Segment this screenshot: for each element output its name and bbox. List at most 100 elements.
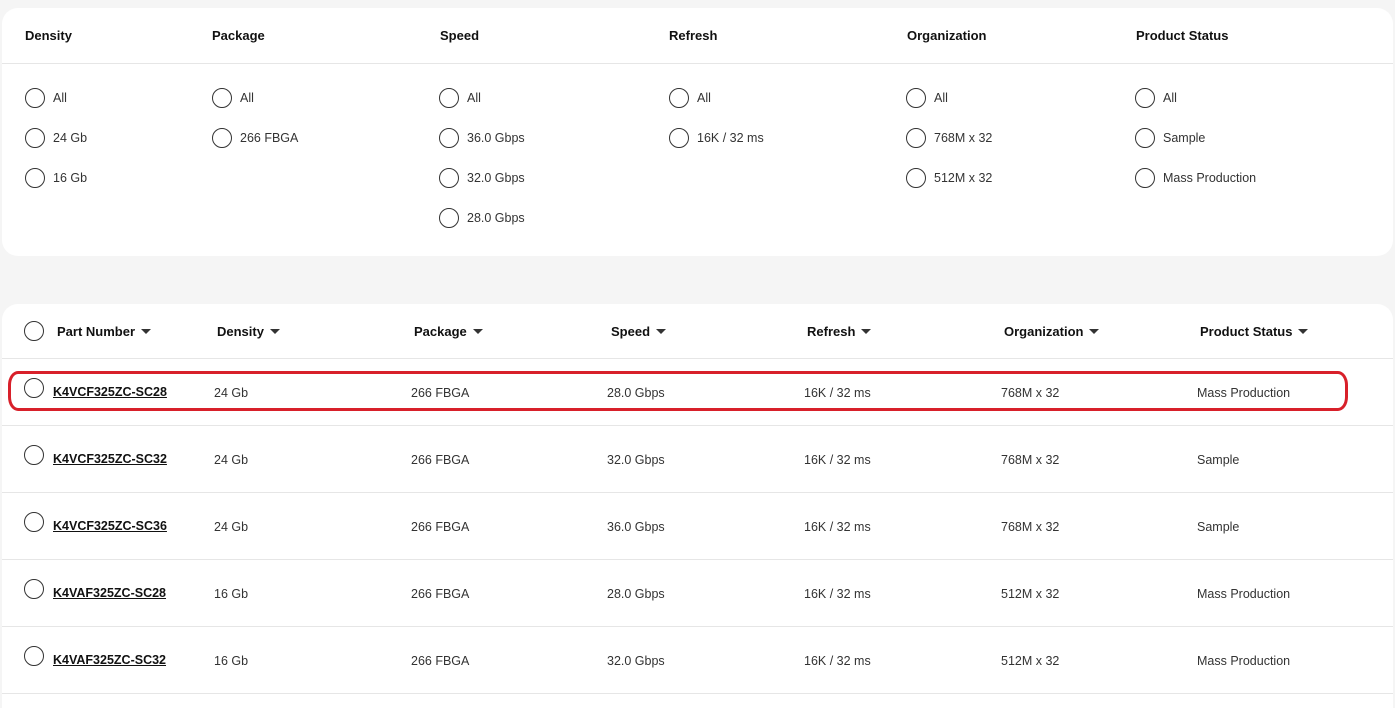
column-header-organization[interactable]: Organization bbox=[1004, 324, 1100, 339]
option-label: All bbox=[934, 91, 948, 105]
filter-option-status-mass-production[interactable]: Mass Production bbox=[1135, 158, 1256, 198]
column-header-package[interactable]: Package bbox=[414, 324, 483, 339]
filter-header-density: Density bbox=[25, 28, 72, 43]
cell-speed: 32.0 Gbps bbox=[607, 654, 665, 668]
cell-package: 266 FBGA bbox=[411, 587, 470, 601]
option-label: 768M x 32 bbox=[934, 131, 993, 145]
radio-icon[interactable] bbox=[1135, 128, 1155, 148]
cell-density: 24 Gb bbox=[214, 453, 249, 467]
option-label: All bbox=[240, 91, 254, 105]
column-header-product-status[interactable]: Product Status bbox=[1200, 324, 1309, 339]
filter-option-organization-512m[interactable]: 512M x 32 bbox=[906, 158, 992, 198]
column-header-label: Package bbox=[414, 324, 467, 339]
option-label: 16 Gb bbox=[53, 171, 88, 185]
row-select-radio-icon[interactable] bbox=[24, 445, 44, 465]
radio-icon[interactable] bbox=[212, 128, 232, 148]
filter-option-organization-768m[interactable]: 768M x 32 bbox=[906, 118, 992, 158]
sort-caret-icon bbox=[861, 329, 872, 334]
column-header-label: Speed bbox=[611, 324, 651, 339]
filter-option-density-all[interactable]: All bbox=[25, 78, 87, 118]
table-row: K4VAF325ZC-SC32 16 Gb 266 FBGA 32.0 Gbps… bbox=[2, 627, 1393, 694]
cell-density: 16 Gb bbox=[214, 654, 249, 668]
cell-refresh: 16K / 32 ms bbox=[804, 587, 871, 601]
row-select-radio-icon[interactable] bbox=[24, 579, 44, 599]
filter-option-status-sample[interactable]: Sample bbox=[1135, 118, 1256, 158]
cell-organization: 768M x 32 bbox=[1001, 386, 1060, 400]
cell-refresh: 16K / 32 ms bbox=[804, 520, 871, 534]
cell-speed: 32.0 Gbps bbox=[607, 453, 665, 467]
cell-organization: 512M x 32 bbox=[1001, 587, 1060, 601]
radio-icon[interactable] bbox=[439, 168, 459, 188]
option-label: All bbox=[1163, 91, 1177, 105]
part-number-link[interactable]: K4VCF325ZC-SC36 bbox=[53, 519, 167, 533]
column-header-speed[interactable]: Speed bbox=[611, 324, 667, 339]
filter-option-organization-all[interactable]: All bbox=[906, 78, 992, 118]
filter-option-refresh-all[interactable]: All bbox=[669, 78, 764, 118]
cell-density: 24 Gb bbox=[214, 386, 249, 400]
radio-icon[interactable] bbox=[25, 128, 45, 148]
filter-option-status-all[interactable]: All bbox=[1135, 78, 1256, 118]
column-header-label: Density bbox=[217, 324, 264, 339]
filter-option-speed-all[interactable]: All bbox=[439, 78, 525, 118]
column-header-density[interactable]: Density bbox=[217, 324, 280, 339]
radio-icon[interactable] bbox=[439, 128, 459, 148]
radio-icon[interactable] bbox=[25, 88, 45, 108]
filter-group-density: All 24 Gb 16 Gb bbox=[25, 78, 87, 198]
cell-package: 266 FBGA bbox=[411, 386, 470, 400]
filter-group-package: All 266 FBGA bbox=[212, 78, 298, 158]
radio-icon[interactable] bbox=[439, 88, 459, 108]
radio-icon[interactable] bbox=[1135, 88, 1155, 108]
part-number-link[interactable]: K4VCF325ZC-SC32 bbox=[53, 452, 167, 466]
option-label: 36.0 Gbps bbox=[467, 131, 525, 145]
sort-caret-icon bbox=[1089, 329, 1100, 334]
filter-option-speed-28[interactable]: 28.0 Gbps bbox=[439, 198, 525, 238]
filter-option-speed-32[interactable]: 32.0 Gbps bbox=[439, 158, 525, 198]
option-label: 24 Gb bbox=[53, 131, 88, 145]
select-all-radio-icon[interactable] bbox=[24, 321, 44, 341]
radio-icon[interactable] bbox=[212, 88, 232, 108]
part-number-link[interactable]: K4VAF325ZC-SC28 bbox=[53, 586, 166, 600]
row-select-radio-icon[interactable] bbox=[24, 646, 44, 666]
filter-option-speed-36[interactable]: 36.0 Gbps bbox=[439, 118, 525, 158]
filter-group-organization: All 768M x 32 512M x 32 bbox=[906, 78, 992, 198]
option-label: Mass Production bbox=[1163, 171, 1257, 185]
option-label: 512M x 32 bbox=[934, 171, 993, 185]
cell-product-status: Mass Production bbox=[1197, 587, 1291, 601]
radio-icon[interactable] bbox=[906, 88, 926, 108]
cell-product-status: Sample bbox=[1197, 520, 1240, 534]
filter-option-refresh-16k[interactable]: 16K / 32 ms bbox=[669, 118, 764, 158]
cell-organization: 768M x 32 bbox=[1001, 453, 1060, 467]
part-number-link[interactable]: K4VCF325ZC-SC28 bbox=[53, 385, 167, 399]
part-number-link[interactable]: K4VAF325ZC-SC32 bbox=[53, 653, 166, 667]
column-header-label: Organization bbox=[1004, 324, 1084, 339]
radio-icon[interactable] bbox=[1135, 168, 1155, 188]
column-header-refresh[interactable]: Refresh bbox=[807, 324, 872, 339]
filter-option-density-16gb[interactable]: 16 Gb bbox=[25, 158, 87, 198]
option-label: 16K / 32 ms bbox=[697, 131, 764, 145]
column-header-label: Product Status bbox=[1200, 324, 1293, 339]
cell-product-status: Sample bbox=[1197, 453, 1240, 467]
table-row: K4VAF325ZC-SC28 16 Gb 266 FBGA 28.0 Gbps… bbox=[2, 560, 1393, 627]
radio-icon[interactable] bbox=[669, 88, 689, 108]
row-select-radio-icon[interactable] bbox=[24, 512, 44, 532]
cell-organization: 768M x 32 bbox=[1001, 520, 1060, 534]
filter-option-density-24gb[interactable]: 24 Gb bbox=[25, 118, 87, 158]
radio-icon[interactable] bbox=[906, 128, 926, 148]
option-label: All bbox=[697, 91, 711, 105]
radio-icon[interactable] bbox=[25, 168, 45, 188]
radio-icon[interactable] bbox=[906, 168, 926, 188]
row-select-radio-icon[interactable] bbox=[24, 378, 44, 398]
cell-density: 16 Gb bbox=[214, 587, 249, 601]
filter-option-package-all[interactable]: All bbox=[212, 78, 298, 118]
option-label: All bbox=[53, 91, 67, 105]
option-label: All bbox=[467, 91, 481, 105]
filter-option-package-266fbga[interactable]: 266 FBGA bbox=[212, 118, 298, 158]
radio-icon[interactable] bbox=[439, 208, 459, 228]
sort-caret-icon bbox=[141, 329, 152, 334]
cell-density: 24 Gb bbox=[214, 520, 249, 534]
cell-speed: 28.0 Gbps bbox=[607, 386, 665, 400]
radio-icon[interactable] bbox=[669, 128, 689, 148]
sort-caret-icon bbox=[472, 329, 483, 334]
filter-header-product-status: Product Status bbox=[1136, 28, 1229, 43]
column-header-part-number[interactable]: Part Number bbox=[57, 324, 152, 339]
